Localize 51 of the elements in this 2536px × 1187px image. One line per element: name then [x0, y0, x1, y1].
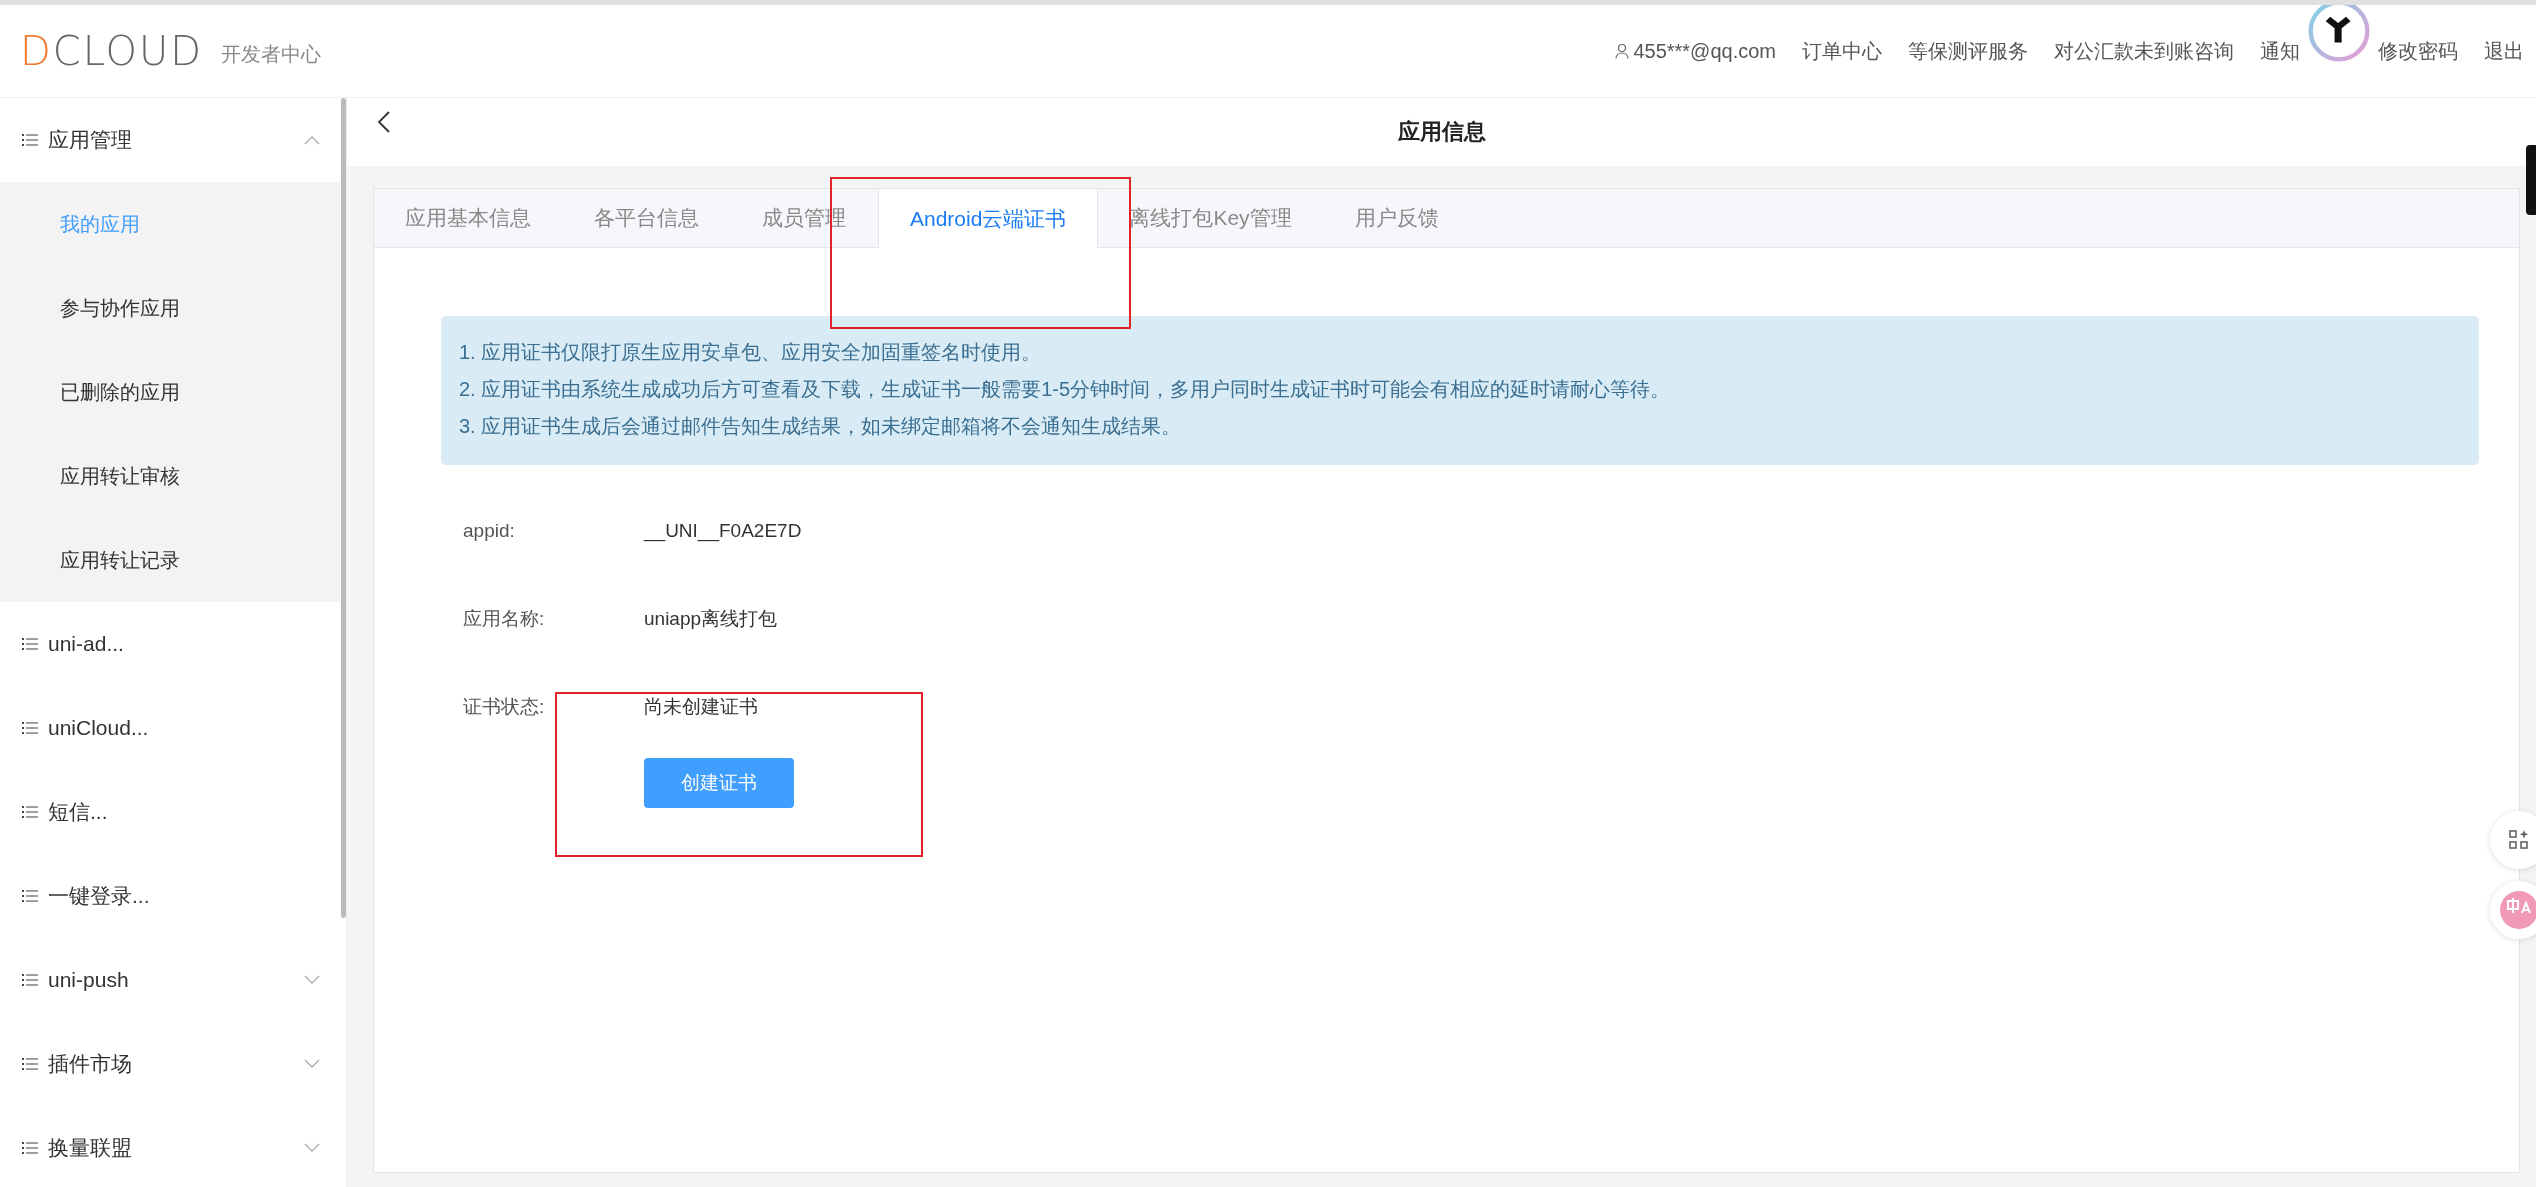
sidebar-subitem[interactable]: 应用转让审核 [0, 434, 340, 518]
list-icon [22, 721, 38, 735]
sidebar-item[interactable]: 应用管理 [0, 98, 340, 182]
scrollbar[interactable] [341, 98, 346, 918]
sidebar-item[interactable]: uniCloud... [0, 686, 340, 770]
translate-icon [2500, 891, 2536, 929]
header-link[interactable]: 对公汇款未到账咨询 [2054, 37, 2234, 65]
chevron-down-icon [304, 975, 320, 985]
site-subtitle: 开发者中心 [221, 41, 322, 67]
notice-text: 2. 应用证书由系统生成成功后方可查看及下载，生成证书一般需要1-5分钟时间，多用户同时生成证书时可能会有相应的延时请耐心等待。 [459, 377, 1672, 402]
sidebar-subitem[interactable]: 参与协作应用 [0, 266, 340, 350]
notice-text: 3. 应用证书生成后会通过邮件告知生成结果，如未绑定邮箱将不会通知生成结果。 [459, 414, 1183, 439]
list-icon [22, 637, 38, 651]
list-icon [22, 973, 38, 987]
chevron-down-icon [304, 1143, 320, 1153]
apps-icon [2509, 830, 2529, 850]
logo: DCLOUD [20, 28, 204, 74]
header-link[interactable]: 等保测评服务 [1908, 37, 2028, 65]
field-label: 证书状态: [463, 695, 546, 719]
list-icon [22, 1141, 38, 1155]
sidebar-item[interactable]: 换量联盟 [0, 1106, 340, 1187]
chevron-down-icon [304, 1059, 320, 1069]
list-icon [22, 1057, 38, 1071]
sidebar-item[interactable]: uni-push [0, 938, 340, 1022]
sidebar-subitem[interactable]: 已删除的应用 [0, 350, 340, 434]
chevron-up-icon [304, 135, 320, 145]
floating-app-icon[interactable] [2308, 5, 2370, 62]
user-icon [1615, 43, 1630, 59]
sidebar-subitem[interactable]: 应用转让记录 [0, 518, 340, 602]
header-link[interactable]: 通知 [2260, 37, 2300, 65]
field-label: 应用名称: [463, 607, 546, 631]
field-label: appid: [463, 520, 516, 542]
sidebar-item[interactable]: 短信... [0, 770, 340, 854]
account-link[interactable]: 455***@qq.com [1615, 39, 1776, 63]
header-link[interactable]: 退出 [2484, 37, 2524, 65]
field-value: uniapp离线打包 [644, 607, 778, 631]
sidebar-item[interactable]: uni-ad... [0, 602, 340, 686]
header-link[interactable]: 修改密码 [2378, 37, 2458, 65]
side-handle[interactable] [2526, 145, 2536, 215]
page-title: 应用信息 [1396, 118, 1487, 146]
field-value: __UNI__F0A2E7D [644, 520, 802, 542]
tab[interactable]: Android云端证书 [878, 189, 1099, 248]
header-link[interactable]: 订单中心 [1802, 37, 1882, 65]
list-icon [22, 805, 38, 819]
notice-text: 1. 应用证书仅限打原生应用安卓包、应用安全加固重签名时使用。 [459, 340, 1043, 365]
back-icon[interactable] [377, 110, 391, 134]
field-value: 尚未创建证书 [644, 695, 758, 719]
list-icon [22, 889, 38, 903]
list-icon [22, 133, 38, 147]
sidebar-item[interactable]: 插件市场 [0, 1022, 340, 1106]
sidebar-item[interactable]: 一键登录... [0, 854, 340, 938]
